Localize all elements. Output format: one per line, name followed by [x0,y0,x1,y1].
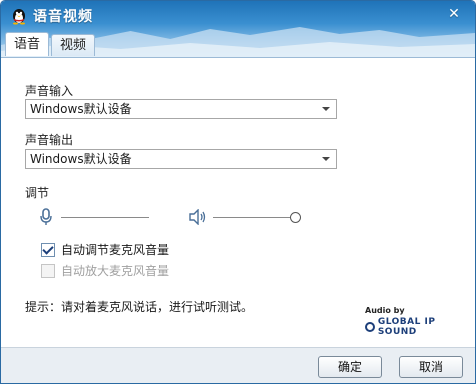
sound-output-label: 声音输出 [25,133,74,147]
sound-input-value: Windows默认设备 [30,102,132,116]
speaker-volume-slider[interactable] [213,217,291,218]
sound-input-label: 声音输入 [25,84,74,98]
qq-penguin-icon [13,9,25,25]
tab-bar: 语音 视频 [5,32,97,57]
globe-icon [365,322,375,332]
speaker-volume-thumb[interactable] [290,212,301,223]
auto-adjust-option[interactable]: 自动调节麦克风音量 [41,241,169,258]
voice-settings-panel: 声音输入 Windows默认设备 声音输出 Windows默认设备 调节 自动调… [1,57,475,348]
hint-text: 提示：请对着麦克风说话，进行试听测试。 [25,300,254,314]
sound-output-value: Windows默认设备 [30,152,132,166]
cancel-button[interactable]: 取消 [399,356,463,378]
chevron-down-icon [322,157,330,161]
ok-button[interactable]: 确定 [318,356,382,378]
adjust-label: 调节 [25,186,50,200]
tab-video[interactable]: 视频 [51,34,96,56]
sound-input-select[interactable]: Windows默认设备 [25,99,337,119]
auto-adjust-checkbox[interactable] [41,242,55,257]
microphone-icon [40,208,52,225]
tab-voice[interactable]: 语音 [5,32,50,56]
title-bar[interactable]: 语音视频 ✕ 语音 视频 [1,1,475,57]
brand-small-text: Audio by [365,306,405,315]
sound-output-select[interactable]: Windows默认设备 [25,149,337,169]
brand-logo: Audio by GLOBAL IP SOUND [365,306,475,337]
dialog-footer: 确定 取消 [1,347,475,383]
voice-video-dialog: 语音视频 ✕ 语音 视频 声音输入 Windows默认设备 声音输出 Windo… [0,0,476,384]
mic-volume-slider[interactable] [61,217,149,218]
chevron-down-icon [322,107,330,111]
brand-name: GLOBAL IP SOUND [377,317,436,337]
speaker-icon [189,209,206,225]
close-icon: ✕ [448,6,460,22]
auto-adjust-label: 自动调节麦克风音量 [61,243,170,257]
auto-amplify-checkbox [41,263,55,278]
close-button[interactable]: ✕ [441,4,467,24]
window-title: 语音视频 [33,9,93,25]
auto-amplify-label: 自动放大麦克风音量 [61,264,170,278]
auto-amplify-option: 自动放大麦克风音量 [41,262,169,279]
